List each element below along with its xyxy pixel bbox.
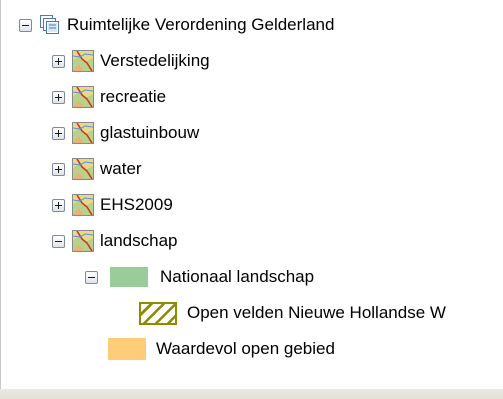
legend-label: Nationaal landschap <box>160 267 315 286</box>
map-layer-icon <box>72 122 94 144</box>
legend-item-nationaal-landschap[interactable]: Nationaal landschap <box>85 262 314 292</box>
collapse-toggle[interactable] <box>85 270 98 284</box>
collapse-toggle[interactable] <box>52 234 65 248</box>
legend-item-open-velden: Open velden Nieuwe Hollandse W <box>139 298 446 328</box>
expand-toggle[interactable] <box>52 126 65 140</box>
map-layer-icon <box>72 158 94 180</box>
map-layer-icon <box>72 230 94 252</box>
tree-node-layer-verstedelijking[interactable]: Verstedelijking <box>52 46 210 76</box>
tree-node-layer-ehs2009[interactable]: EHS2009 <box>52 190 173 220</box>
tree-node-layer-water[interactable]: water <box>52 154 142 184</box>
legend-swatch <box>110 267 148 287</box>
map-service-icon <box>39 14 61 36</box>
tree-node-layer-landschap[interactable]: landschap <box>52 226 178 256</box>
expand-toggle[interactable] <box>52 90 65 104</box>
tree-node-label: Ruimtelijke Verordening Gelderland <box>67 15 335 34</box>
tree-node-label: landschap <box>100 231 178 250</box>
map-layer-icon <box>72 50 94 72</box>
tree-node-label: Verstedelijking <box>100 51 210 70</box>
layer-tree-panel: Ruimtelijke Verordening Gelderland Verst… <box>0 0 503 399</box>
tree-node-layer-recreatie[interactable]: recreatie <box>52 82 166 112</box>
tree-node-label: EHS2009 <box>100 195 173 214</box>
legend-swatch <box>108 338 146 360</box>
map-layer-icon <box>72 86 94 108</box>
collapse-toggle[interactable] <box>19 18 32 32</box>
expand-toggle[interactable] <box>52 198 65 212</box>
map-layer-icon <box>72 194 94 216</box>
tree-node-label: recreatie <box>100 87 167 106</box>
legend-item-waardevol-open-gebied: Waardevol open gebied <box>108 334 335 364</box>
tree-node-root[interactable]: Ruimtelijke Verordening Gelderland <box>19 10 334 40</box>
expand-toggle[interactable] <box>52 54 65 68</box>
legend-label: Waardevol open gebied <box>156 339 335 358</box>
tree-node-layer-glastuinbouw[interactable]: glastuinbouw <box>52 118 199 148</box>
panel-bottom-edge <box>0 389 503 399</box>
legend-label: Open velden Nieuwe Hollandse W <box>187 303 446 322</box>
expand-toggle[interactable] <box>52 162 65 176</box>
tree-node-label: glastuinbouw <box>100 123 200 142</box>
hatched-swatch-icon <box>139 301 177 325</box>
tree-node-label: water <box>100 159 142 178</box>
